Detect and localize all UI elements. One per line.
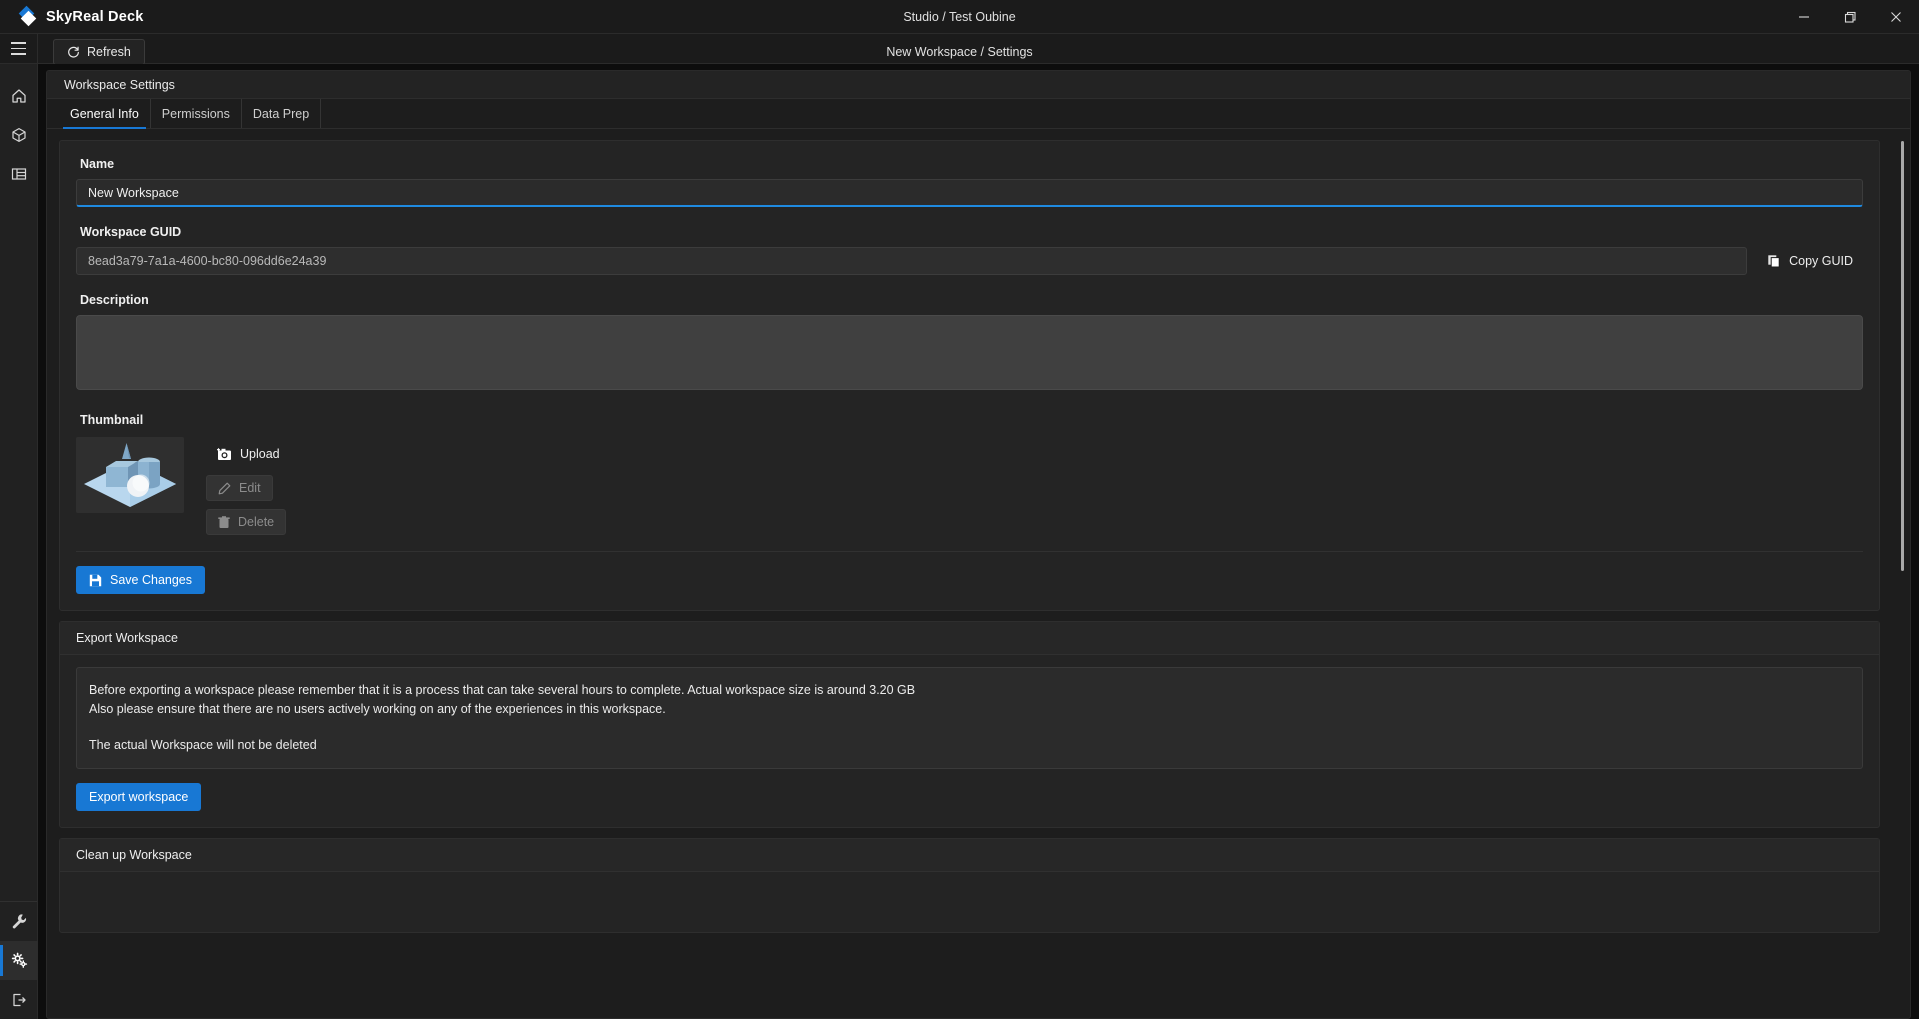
delete-label: Delete <box>238 515 275 529</box>
export-info-box: Before exporting a workspace please reme… <box>76 667 1863 770</box>
tab-general-info[interactable]: General Info <box>59 99 151 129</box>
name-label: Name <box>80 157 115 171</box>
export-workspace-title: Export Workspace <box>60 622 1879 655</box>
gears-icon <box>11 952 27 968</box>
window-title: Studio / Test Oubine <box>903 9 1016 24</box>
guid-input[interactable] <box>76 247 1748 275</box>
list-icon <box>11 167 27 180</box>
export-workspace-label: Export workspace <box>89 790 189 805</box>
cube-icon <box>12 127 26 142</box>
app-brand: SkyReal Deck <box>0 5 144 27</box>
thumbnail-label: Thumbnail <box>80 413 144 427</box>
edit-label: Edit <box>239 481 261 495</box>
tab-bar: General Info Permissions Data Prep <box>47 99 1910 129</box>
general-info-card: Name Workspace GUID Cop <box>59 140 1880 611</box>
scrollbar-thumb[interactable] <box>1901 141 1904 571</box>
sidebar-item-settings[interactable] <box>0 941 38 980</box>
section-divider <box>76 551 1863 552</box>
upload-label: Upload <box>240 447 280 461</box>
logout-icon <box>13 993 26 1006</box>
thumbnail-actions: Upload Edit Delete <box>206 437 291 535</box>
camera-add-icon <box>217 448 231 460</box>
thumbnail-preview <box>76 437 184 513</box>
tab-permissions[interactable]: Permissions <box>151 99 242 128</box>
cleanup-workspace-title: Clean up Workspace <box>60 839 1879 873</box>
app-brand-label: SkyReal Deck <box>46 8 144 25</box>
export-line-3: The actual Workspace will not be deleted <box>89 737 317 752</box>
guid-label: Workspace GUID <box>80 225 182 239</box>
sidebar-rail <box>0 64 38 1019</box>
close-icon[interactable] <box>1873 0 1919 34</box>
copy-icon <box>1768 255 1780 268</box>
description-label: Description <box>80 293 149 307</box>
pencil-icon <box>218 482 231 494</box>
tab-data-prep[interactable]: Data Prep <box>242 99 322 128</box>
sidebar-item-tools[interactable] <box>0 902 38 941</box>
sidebar-item-list[interactable] <box>0 154 38 193</box>
home-icon <box>12 88 26 103</box>
application-window: SkyReal Deck Studio / Test Oubine Refres… <box>0 0 1919 1019</box>
export-workspace-button[interactable]: Export workspace <box>76 783 202 812</box>
restore-icon[interactable] <box>1827 0 1873 34</box>
sidebar-top-group <box>0 64 37 193</box>
sidebar-item-logout[interactable] <box>0 980 38 1019</box>
sidebar-bottom-group <box>0 901 38 1019</box>
vertical-scrollbar[interactable] <box>1901 141 1904 1011</box>
workspace-settings-panel: Workspace Settings General Info Permissi… <box>46 70 1911 1019</box>
export-line-2: Also please ensure that there are no use… <box>89 702 666 717</box>
save-changes-button[interactable]: Save Changes <box>76 566 206 594</box>
minimize-icon[interactable] <box>1781 0 1827 34</box>
export-workspace-card: Export Workspace Before exporting a work… <box>59 621 1880 829</box>
save-icon <box>89 574 102 586</box>
main-content: Workspace Settings General Info Permissi… <box>38 64 1919 1019</box>
name-input[interactable] <box>76 179 1863 207</box>
copy-guid-button[interactable]: Copy GUID <box>1757 247 1863 275</box>
sidebar-item-assets[interactable] <box>0 115 38 154</box>
delete-thumbnail-button[interactable]: Delete <box>206 509 287 535</box>
copy-guid-label: Copy GUID <box>1789 254 1853 268</box>
window-controls <box>1781 0 1919 34</box>
cleanup-workspace-card: Clean up Workspace <box>59 838 1880 934</box>
upload-button[interactable]: Upload <box>206 441 291 467</box>
title-bar: SkyReal Deck Studio / Test Oubine <box>0 0 1919 34</box>
settings-scroll-area: Name Workspace GUID Cop <box>47 130 1910 1018</box>
edit-thumbnail-button[interactable]: Edit <box>206 475 273 501</box>
export-line-1: Before exporting a workspace please reme… <box>89 683 916 697</box>
panel-title: Workspace Settings <box>47 71 1910 99</box>
trash-icon <box>218 515 230 528</box>
save-changes-label: Save Changes <box>110 573 193 587</box>
breadcrumb: New Workspace / Settings <box>886 45 1033 59</box>
skyreal-logo-icon <box>18 5 37 27</box>
description-textarea[interactable] <box>76 315 1863 390</box>
wrench-icon <box>12 914 26 929</box>
sidebar-item-home[interactable] <box>0 76 38 115</box>
